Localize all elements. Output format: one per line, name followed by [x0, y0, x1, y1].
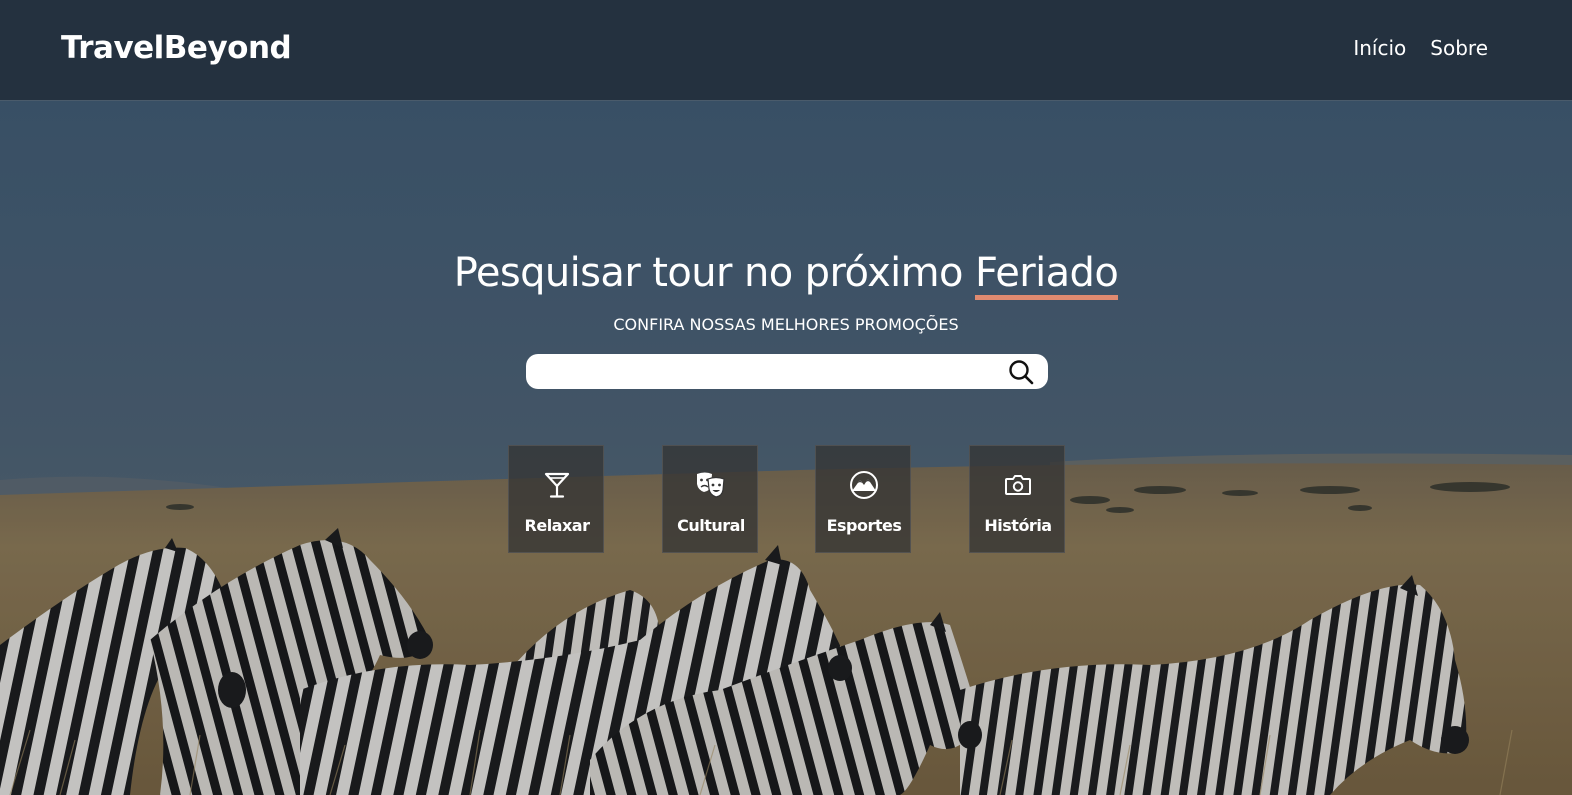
mountain-icon: [850, 471, 878, 499]
brand-logo[interactable]: TravelBeyond: [61, 30, 292, 66]
hero-title-prefix: Pesquisar tour no próximo: [453, 250, 964, 296]
theater-masks-icon: [697, 472, 725, 498]
category-label: Cultural: [677, 516, 745, 535]
search-input[interactable]: [540, 358, 1004, 387]
category-relaxar[interactable]: Relaxar: [508, 445, 604, 553]
hero-title-accent: Feriado: [975, 251, 1119, 301]
category-label: Esportes: [826, 516, 902, 535]
hero-subtitle: CONFIRA NOSSAS MELHORES PROMOÇÕES: [613, 315, 959, 334]
category-label: História: [984, 516, 1052, 535]
nav-links: Início Sobre: [1353, 36, 1488, 60]
nav-link-inicio[interactable]: Início: [1353, 36, 1406, 60]
hero-title: Pesquisar tour no próximo Feriado: [0, 250, 1572, 301]
category-cultural[interactable]: Cultural: [662, 445, 758, 553]
page: TravelBeyond Início Sobre Pesquisar tour…: [0, 0, 1572, 795]
cocktail-glass-icon: [544, 472, 570, 498]
search-icon: [1009, 360, 1034, 385]
nav-link-sobre[interactable]: Sobre: [1430, 36, 1488, 60]
navbar: TravelBeyond Início Sobre: [0, 0, 1572, 101]
category-historia[interactable]: História: [969, 445, 1065, 553]
search-button[interactable]: [1006, 357, 1036, 387]
category-label: Relaxar: [524, 516, 590, 535]
camera-icon: [1005, 475, 1031, 495]
category-esportes[interactable]: Esportes: [815, 445, 911, 553]
background-overlay: [0, 0, 1572, 795]
search-bar: [526, 354, 1048, 389]
